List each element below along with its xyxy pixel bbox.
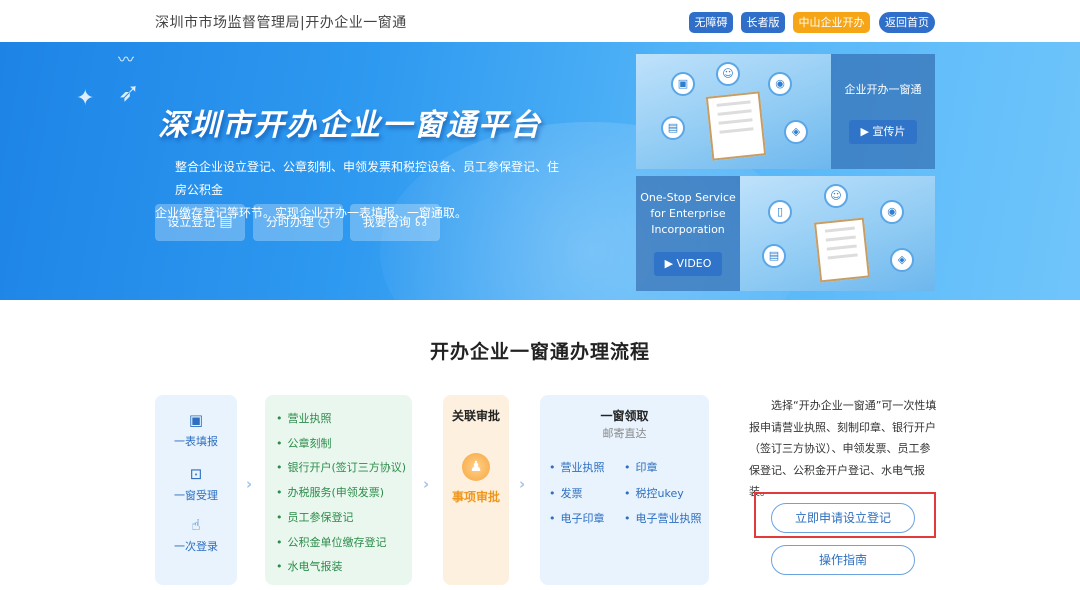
promo-en-caption-line: for Enterprise bbox=[650, 207, 726, 220]
promo-video-cn-label: 宣传片 bbox=[872, 125, 906, 138]
stamp-icon: ◈ bbox=[890, 248, 914, 272]
bird-icon: 〰 bbox=[118, 50, 135, 69]
list-item: 电子印章 bbox=[549, 510, 605, 526]
list-item: 印章 bbox=[624, 459, 658, 475]
certificate-icon: ☺ bbox=[824, 184, 848, 208]
list-item: 电子营业执照 bbox=[624, 510, 702, 526]
accessibility-button[interactable]: 无障碍 bbox=[689, 12, 733, 33]
one-window-item: ⊡ 一窗受理 bbox=[155, 465, 237, 503]
document-illustration bbox=[705, 91, 767, 161]
operation-guide-button[interactable]: 操作指南 bbox=[771, 545, 915, 575]
promo-image-cn[interactable]: ▣ ☺ ◉ ▤ ◈ bbox=[636, 54, 831, 169]
form-icon: ▣ bbox=[188, 411, 204, 429]
mobile-icon: ▯ bbox=[768, 200, 792, 224]
stamp-icon: ◈ bbox=[784, 120, 808, 144]
promo-panel-en: One-Stop Service for Enterprise Incorpor… bbox=[636, 176, 740, 291]
step-card-pickup: 一窗领取 邮寄直达 营业执照 发票 电子印章 印章 税控ukey 电子营业执照 bbox=[540, 395, 709, 585]
pickup-subtitle: 邮寄直达 bbox=[602, 427, 647, 440]
play-icon: ▶ bbox=[664, 257, 677, 270]
promo-en-caption-line: One-Stop Service bbox=[640, 191, 736, 204]
step-card-fill: ▣ 一表填报 ⊡ 一窗受理 ☝ 一次登录 bbox=[155, 395, 237, 585]
list-item: 税控ukey bbox=[624, 485, 684, 501]
seal-icon: ◉ bbox=[880, 200, 904, 224]
seal-icon: ◉ bbox=[768, 72, 792, 96]
process-section-title: 开办企业一窗通办理流程 bbox=[429, 341, 650, 363]
chevron-right-icon: › bbox=[519, 475, 526, 493]
step-card-approval: 关联审批 ♟ 事项审批 bbox=[443, 395, 509, 585]
apply-registration-button[interactable]: 立即申请设立登记 bbox=[771, 503, 915, 533]
bird-icon: ➶ bbox=[118, 78, 140, 108]
consult-label: 我要咨询 bbox=[362, 215, 411, 229]
description-line: （签订三方协议）、申领发票、员工参 bbox=[749, 442, 931, 455]
login-icon: ☝ bbox=[191, 516, 201, 534]
promo-video-en-button[interactable]: ▶ VIDEO bbox=[654, 252, 722, 276]
promo-panel-cn: 企业开办一窗通 ▶ 宣传片 bbox=[831, 54, 935, 169]
one-login-item: ☝ 一次登录 bbox=[155, 516, 237, 554]
invoice-icon: ▤ bbox=[661, 116, 685, 140]
one-form-item: ▣ 一表填报 bbox=[155, 411, 237, 449]
top-bar: 深圳市市场监督管理局|开办企业一窗通 无障碍 长者版 中山企业开办 返回首页 bbox=[0, 0, 1080, 42]
pickup-title: 一窗领取 bbox=[600, 409, 649, 423]
process-description: 选择“开办企业一窗通”可一次性填 报申请营业执照、刻制印章、银行开户 （签订三方… bbox=[749, 395, 939, 503]
promo-cn-caption: 企业开办一窗通 bbox=[844, 83, 922, 96]
description-line: 保登记、公积金开户登记、水电气报 bbox=[749, 463, 925, 477]
approval-label: 事项审批 bbox=[451, 490, 500, 504]
license-icon: ▣ bbox=[671, 72, 695, 96]
banner-desc-line: 整合企业设立登记、公章刻制、申领发票和税控设备、员工参保登记、住房公积金 bbox=[175, 160, 560, 197]
list-item: 员工参保登记 bbox=[276, 509, 354, 525]
setup-registration-button[interactable]: 设立登记 ▤ bbox=[155, 204, 245, 241]
timed-service-label: 分时办理 bbox=[265, 215, 314, 229]
promo-en-caption: One-Stop Service for Enterprise Incorpor… bbox=[636, 190, 740, 238]
hero-banner: 〰 ✦ ➶ 深圳市开办企业一窗通平台 整合企业设立登记、公章刻制、申领发票和税控… bbox=[0, 42, 1080, 300]
one-login-label: 一次登录 bbox=[174, 540, 218, 553]
banner-title: 深圳市开办企业一窗通平台 bbox=[158, 108, 542, 143]
list-item: 水电气报装 bbox=[276, 558, 343, 574]
list-item: 营业执照 bbox=[276, 410, 332, 426]
window-icon: ⊡ bbox=[189, 465, 203, 483]
one-form-label: 一表填报 bbox=[174, 435, 218, 448]
document-illustration bbox=[814, 217, 870, 283]
list-item: 公积金单位缴存登记 bbox=[276, 534, 387, 550]
description-line: 报申请营业执照、刻制印章、银行开户 bbox=[749, 420, 936, 434]
user-icon: ☺ bbox=[716, 62, 740, 86]
description-line: 选择“开办企业一窗通”可一次性填 bbox=[771, 399, 937, 412]
list-item: 银行开户(签订三方协议) bbox=[276, 459, 407, 475]
clock-icon: ◷ bbox=[317, 214, 331, 230]
return-home-button[interactable]: 返回首页 bbox=[879, 12, 935, 33]
invoice-icon: ▤ bbox=[762, 244, 786, 268]
setup-registration-label: 设立登记 bbox=[167, 215, 216, 229]
list-item: 发票 bbox=[549, 485, 583, 501]
zhongshan-enterprise-button[interactable]: 中山企业开办 bbox=[793, 12, 870, 33]
bird-icon: ✦ bbox=[76, 86, 95, 111]
approval-icon: ♟ bbox=[462, 453, 490, 481]
promo-en-caption-line: Incorporation bbox=[651, 223, 725, 236]
list-item: 营业执照 bbox=[549, 459, 605, 475]
promo-image-en[interactable]: ▯ ☺ ◉ ▤ ◈ bbox=[740, 176, 935, 291]
timed-service-button[interactable]: 分时办理 ◷ bbox=[253, 204, 343, 241]
headset-icon: ☊ bbox=[414, 214, 428, 230]
play-icon: ▶ bbox=[860, 125, 873, 138]
chevron-right-icon: › bbox=[423, 475, 430, 493]
site-title: 深圳市市场监督管理局|开办企业一窗通 bbox=[155, 15, 407, 31]
list-item: 公章刻制 bbox=[276, 435, 332, 451]
step-card-items: 营业执照 公章刻制 银行开户(签订三方协议) 办税服务(申领发票) 员工参保登记… bbox=[265, 395, 412, 585]
promo-video-en-label: VIDEO bbox=[676, 257, 712, 270]
one-window-label: 一窗受理 bbox=[174, 489, 218, 502]
consult-button[interactable]: 我要咨询 ☊ bbox=[350, 204, 440, 241]
list-item: 办税服务(申领发票) bbox=[276, 484, 385, 500]
promo-video-cn-button[interactable]: ▶ 宣传片 bbox=[849, 120, 917, 144]
document-icon: ▤ bbox=[219, 214, 233, 230]
approval-title: 关联审批 bbox=[451, 409, 500, 423]
elder-mode-button[interactable]: 长者版 bbox=[741, 12, 785, 33]
chevron-right-icon: › bbox=[246, 475, 253, 493]
